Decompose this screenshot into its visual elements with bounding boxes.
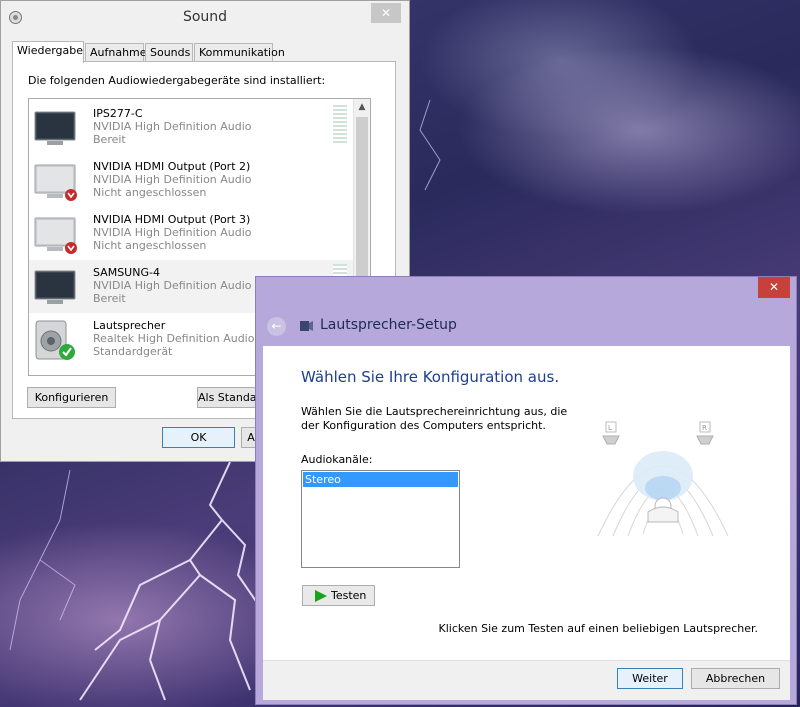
setup-footer: Weiter Abbrechen [263, 660, 790, 700]
device-driver: NVIDIA High Definition Audio [93, 120, 252, 133]
device-state: Nicht angeschlossen [93, 239, 207, 252]
device-name: SAMSUNG-4 [93, 266, 160, 279]
setup-heading: Wählen Sie Ihre Konfiguration aus. [301, 368, 560, 386]
tab-aufnahme[interactable]: Aufnahme [85, 43, 147, 62]
test-hint: Klicken Sie zum Testen auf einen beliebi… [438, 622, 758, 635]
speaker-left-label: L [608, 424, 612, 432]
set-default-button[interactable]: Als Standard [197, 387, 261, 408]
test-button[interactable]: Testen [302, 585, 375, 606]
device-driver: Realtek High Definition Audio [93, 332, 255, 345]
speaker-right-label: R [702, 424, 707, 432]
monitor-icon [34, 111, 76, 145]
back-arrow-icon[interactable]: ← [267, 317, 286, 336]
chevron-up-icon[interactable]: ▲ [354, 99, 370, 116]
device-state: Nicht angeschlossen [93, 186, 207, 199]
close-icon[interactable]: ✕ [758, 277, 790, 298]
device-name: NVIDIA HDMI Output (Port 2) [93, 160, 251, 173]
device-driver: NVIDIA High Definition Audio [93, 173, 252, 186]
speaker-layout-graphic: L R [597, 421, 729, 537]
close-icon[interactable]: ✕ [371, 3, 401, 23]
device-state: Bereit [93, 292, 126, 305]
monitor-disconnected-icon [34, 164, 77, 201]
speaker-default-icon [35, 320, 75, 360]
sound-dialog-title: Sound [182, 9, 228, 25]
scrollbar-thumb[interactable] [356, 117, 368, 287]
monitor-icon [34, 270, 76, 304]
monitor-disconnected-icon [34, 217, 77, 254]
device-state: Bereit [93, 133, 126, 146]
device-driver: NVIDIA High Definition Audio [93, 226, 252, 239]
ok-button[interactable]: OK [162, 427, 235, 448]
device-name: IPS277-C [93, 107, 143, 120]
device-item[interactable]: NVIDIA HDMI Output (Port 3) NVIDIA High … [29, 207, 359, 260]
volume-meter [333, 105, 347, 145]
device-driver: NVIDIA High Definition Audio [93, 279, 252, 292]
next-button[interactable]: Weiter [617, 668, 683, 689]
audio-channels-list[interactable]: Stereo [301, 470, 460, 568]
audio-channels-label: Audiokanäle: [301, 453, 373, 466]
setup-description: Wählen Sie die Lautsprechereinrichtung a… [301, 405, 568, 432]
device-item[interactable]: IPS277-C NVIDIA High Definition Audio Be… [29, 101, 359, 154]
setup-content: Wählen Sie Ihre Konfiguration aus. Wähle… [263, 346, 790, 660]
speaker-setup-dialog: ✕ ← Lautsprecher-Setup Wählen Sie Ihre K… [255, 276, 797, 705]
device-name: Lautsprecher [93, 319, 166, 332]
device-state: Standardgerät [93, 345, 173, 358]
device-item[interactable]: NVIDIA HDMI Output (Port 2) NVIDIA High … [29, 154, 359, 207]
sound-titlebar[interactable]: Sound ✕ [1, 1, 409, 34]
tab-kommunikation[interactable]: Kommunikation [194, 43, 285, 62]
speaker-left-icon: L [602, 421, 620, 445]
tab-wiedergabe[interactable]: Wiedergabe [12, 41, 84, 63]
listener-icon [647, 497, 679, 523]
tab-sounds[interactable]: Sounds [145, 43, 193, 62]
cancel-button[interactable]: Abbrechen [691, 668, 780, 689]
play-icon [315, 590, 327, 602]
setup-dialog-title: Lautsprecher-Setup [320, 317, 457, 333]
speaker-setup-icon [300, 321, 313, 331]
device-name: NVIDIA HDMI Output (Port 3) [93, 213, 251, 226]
channel-item-stereo[interactable]: Stereo [303, 472, 458, 487]
configure-button[interactable]: Konfigurieren [27, 387, 116, 408]
speaker-right-icon: R [696, 421, 714, 445]
panel-caption: Die folgenden Audiowiedergabegeräte sind… [28, 74, 326, 87]
test-button-label: Testen [331, 589, 367, 602]
